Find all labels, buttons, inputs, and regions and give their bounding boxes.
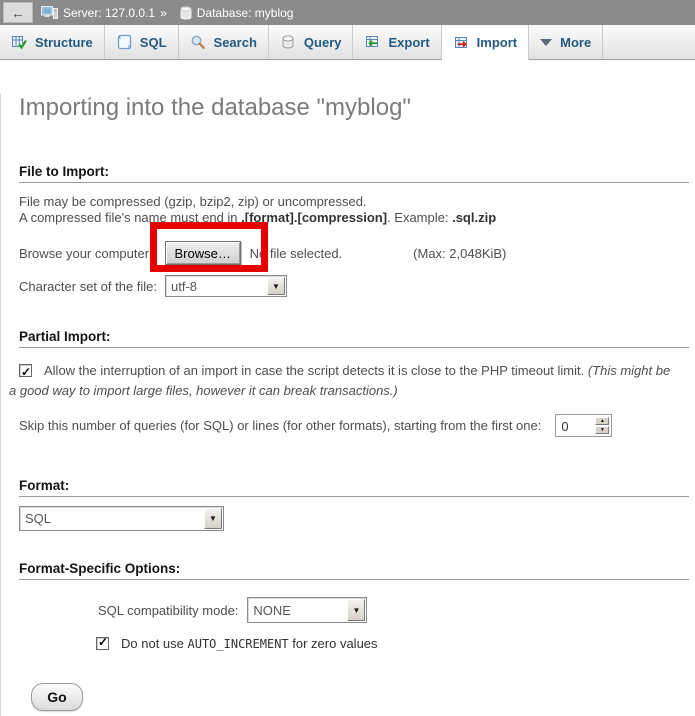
charset-label: Character set of the file: bbox=[19, 279, 157, 294]
line2-prefix: A compressed file's name must end in bbox=[19, 210, 241, 225]
dropdown-arrow-icon[interactable] bbox=[347, 599, 365, 621]
charset-select[interactable]: utf-8 bbox=[165, 275, 287, 297]
skip-queries-label: Skip this number of queries (for SQL) or… bbox=[19, 418, 541, 433]
export-icon bbox=[364, 34, 380, 50]
breadcrumb-database[interactable]: Database: myblog bbox=[197, 6, 294, 20]
back-arrow-icon: ← bbox=[11, 6, 25, 20]
browse-label: Browse your computer: bbox=[19, 246, 153, 261]
browse-button[interactable]: Browse… bbox=[165, 241, 241, 265]
compression-info-line2: A compressed file's name must end in .[f… bbox=[19, 210, 695, 225]
auto-increment-checkbox[interactable] bbox=[96, 637, 109, 650]
page-title: Importing into the database "myblog" bbox=[19, 94, 695, 122]
structure-icon bbox=[11, 34, 27, 50]
zero-prefix: Do not use bbox=[121, 636, 188, 651]
breadcrumb-bar: ← Server: 127.0.0.1 » Database: myblog bbox=[0, 0, 695, 25]
sql-icon bbox=[116, 34, 132, 50]
tab-label: More bbox=[560, 35, 591, 50]
sql-compatibility-value: NONE bbox=[248, 598, 346, 622]
import-icon bbox=[453, 35, 469, 51]
browse-row: Browse your computer: Browse… No file se… bbox=[19, 241, 695, 265]
go-button[interactable]: Go bbox=[31, 683, 83, 711]
tab-label: Query bbox=[304, 35, 342, 50]
main-content: Importing into the database "myblog" Fil… bbox=[0, 94, 695, 716]
zero-suffix: for zero values bbox=[289, 636, 378, 651]
tab-label: Structure bbox=[35, 35, 93, 50]
line2-format-pattern: .[format].[compression] bbox=[241, 210, 387, 225]
tab-import[interactable]: Import bbox=[442, 25, 529, 60]
database-icon bbox=[180, 6, 192, 20]
charset-row: Character set of the file: utf-8 bbox=[19, 275, 695, 297]
tab-export[interactable]: Export bbox=[353, 25, 441, 59]
breadcrumb-separator: » bbox=[160, 6, 167, 20]
query-database-icon bbox=[280, 34, 296, 50]
tab-bar: Structure SQL Search Query Export bbox=[0, 25, 695, 60]
format-select[interactable]: SQL bbox=[19, 506, 224, 531]
max-upload-size: (Max: 2,048KiB) bbox=[413, 246, 506, 261]
tab-label: SQL bbox=[140, 35, 167, 50]
format-specific-options-heading: Format-Specific Options: bbox=[19, 561, 689, 580]
dropdown-arrow-icon[interactable] bbox=[204, 508, 222, 529]
tab-label: Search bbox=[214, 35, 257, 50]
partial-import-heading: Partial Import: bbox=[19, 329, 689, 348]
partial-import-section: Partial Import: Allow the interruption o… bbox=[9, 329, 695, 437]
tab-more[interactable]: More bbox=[529, 25, 603, 59]
search-icon bbox=[190, 34, 206, 50]
file-to-import-heading: File to Import: bbox=[19, 164, 689, 183]
no-file-selected-text: No file selected. bbox=[250, 246, 343, 261]
line2-middle: . Example: bbox=[387, 210, 452, 225]
skip-queries-value: 0 bbox=[558, 417, 592, 434]
tab-sql[interactable]: SQL bbox=[105, 25, 179, 59]
auto-increment-text: Do not use AUTO_INCREMENT for zero value… bbox=[121, 636, 378, 651]
format-section: Format: SQL bbox=[9, 478, 695, 531]
allow-interruption-checkbox[interactable] bbox=[19, 364, 32, 377]
breadcrumb-server[interactable]: Server: 127.0.0.1 bbox=[63, 6, 155, 20]
auto-increment-code: AUTO_INCREMENT bbox=[188, 637, 289, 651]
charset-selected-value: utf-8 bbox=[166, 276, 266, 296]
skip-queries-row: Skip this number of queries (for SQL) or… bbox=[19, 414, 695, 437]
stepper-up-icon[interactable] bbox=[595, 417, 609, 425]
file-to-import-section: File to Import: File may be compressed (… bbox=[9, 164, 695, 297]
chevron-down-icon bbox=[540, 39, 552, 46]
line2-example: .sql.zip bbox=[452, 210, 496, 225]
sql-compatibility-label: SQL compatibility mode: bbox=[98, 603, 238, 618]
sql-compatibility-row: SQL compatibility mode: NONE bbox=[98, 597, 695, 623]
tab-label: Export bbox=[388, 35, 429, 50]
sql-compatibility-select[interactable]: NONE bbox=[247, 597, 367, 623]
format-specific-options-section: Format-Specific Options: SQL compatibili… bbox=[9, 561, 695, 651]
server-icon bbox=[41, 5, 58, 20]
tab-search[interactable]: Search bbox=[179, 25, 269, 59]
dropdown-arrow-icon[interactable] bbox=[267, 277, 285, 295]
stepper-down-icon[interactable] bbox=[595, 426, 609, 434]
allow-interruption-paragraph: Allow the interruption of an import in c… bbox=[9, 361, 679, 401]
tab-query[interactable]: Query bbox=[269, 25, 354, 59]
tab-structure[interactable]: Structure bbox=[0, 25, 105, 59]
skip-queries-stepper[interactable]: 0 bbox=[555, 414, 612, 437]
format-heading: Format: bbox=[19, 478, 689, 497]
format-selected-value: SQL bbox=[20, 507, 203, 530]
auto-increment-row: Do not use AUTO_INCREMENT for zero value… bbox=[96, 636, 695, 651]
tab-label: Import bbox=[477, 35, 517, 50]
allow-interruption-text: Allow the interruption of an import in c… bbox=[44, 363, 588, 378]
compression-info-line1: File may be compressed (gzip, bzip2, zip… bbox=[19, 194, 695, 209]
back-button[interactable]: ← bbox=[3, 2, 33, 23]
